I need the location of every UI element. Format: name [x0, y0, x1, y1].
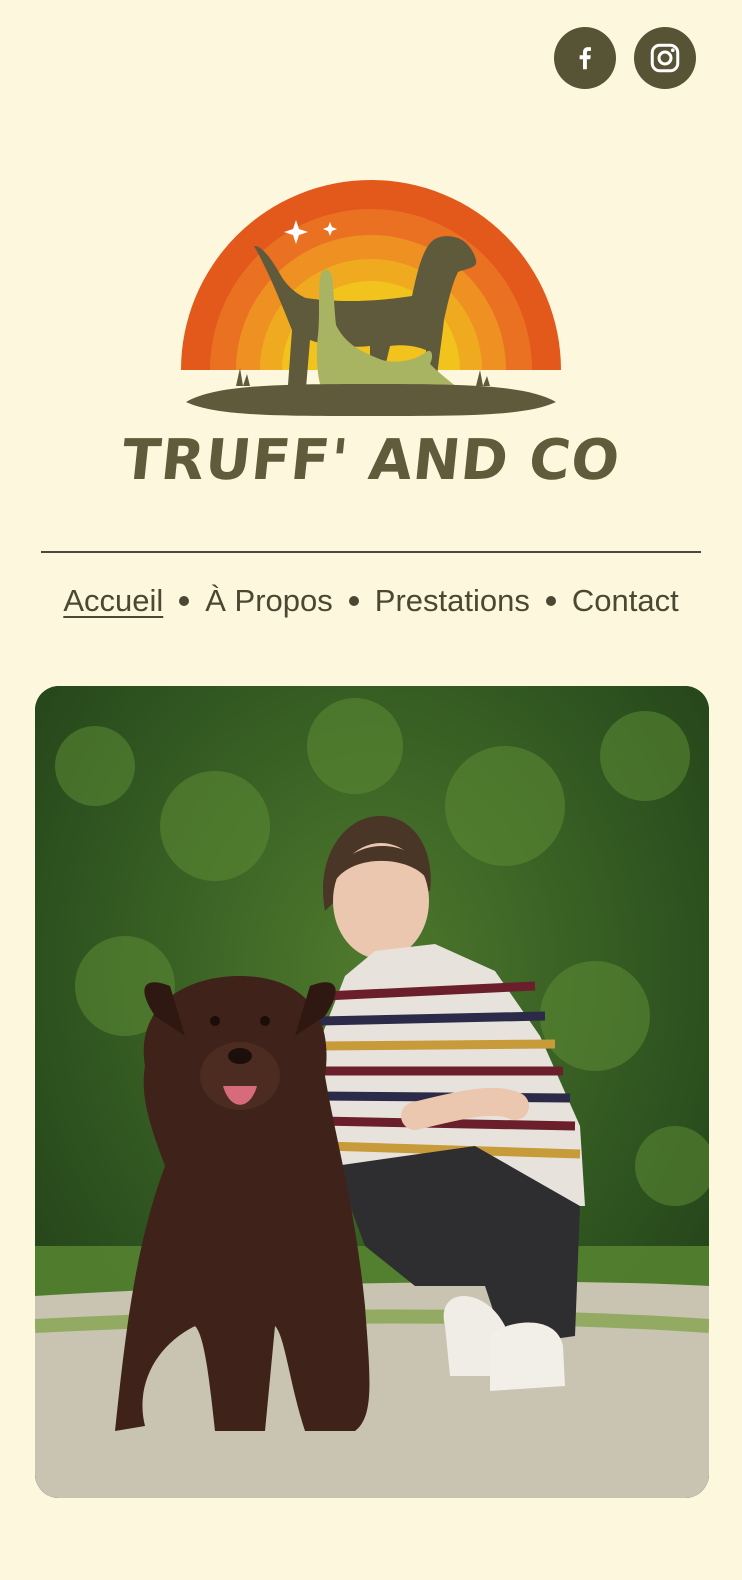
- nav-separator: [179, 596, 190, 606]
- social-links: [554, 27, 696, 89]
- nav-separator: [545, 596, 556, 606]
- nav-item-accueil[interactable]: Accueil: [63, 583, 163, 619]
- nav-item-a-propos[interactable]: À Propos: [205, 583, 333, 619]
- nav-item-prestations[interactable]: Prestations: [375, 583, 530, 619]
- facebook-icon: [579, 47, 591, 70]
- instagram-link[interactable]: [634, 27, 696, 89]
- sunset-emblem: [181, 180, 561, 416]
- facebook-link[interactable]: [554, 27, 616, 89]
- nav-separator: [348, 596, 359, 606]
- hero-photo: [35, 686, 709, 1498]
- hero-photo-illustration: [35, 686, 709, 1498]
- instagram-icon: [650, 43, 680, 73]
- brand-name: TRUFF' AND CO: [118, 428, 624, 493]
- header-divider: [41, 551, 701, 553]
- ground-shadow: [186, 384, 556, 416]
- main-nav: Accueil À Propos Prestations Contact: [0, 583, 742, 619]
- nav-item-contact[interactable]: Contact: [572, 583, 679, 619]
